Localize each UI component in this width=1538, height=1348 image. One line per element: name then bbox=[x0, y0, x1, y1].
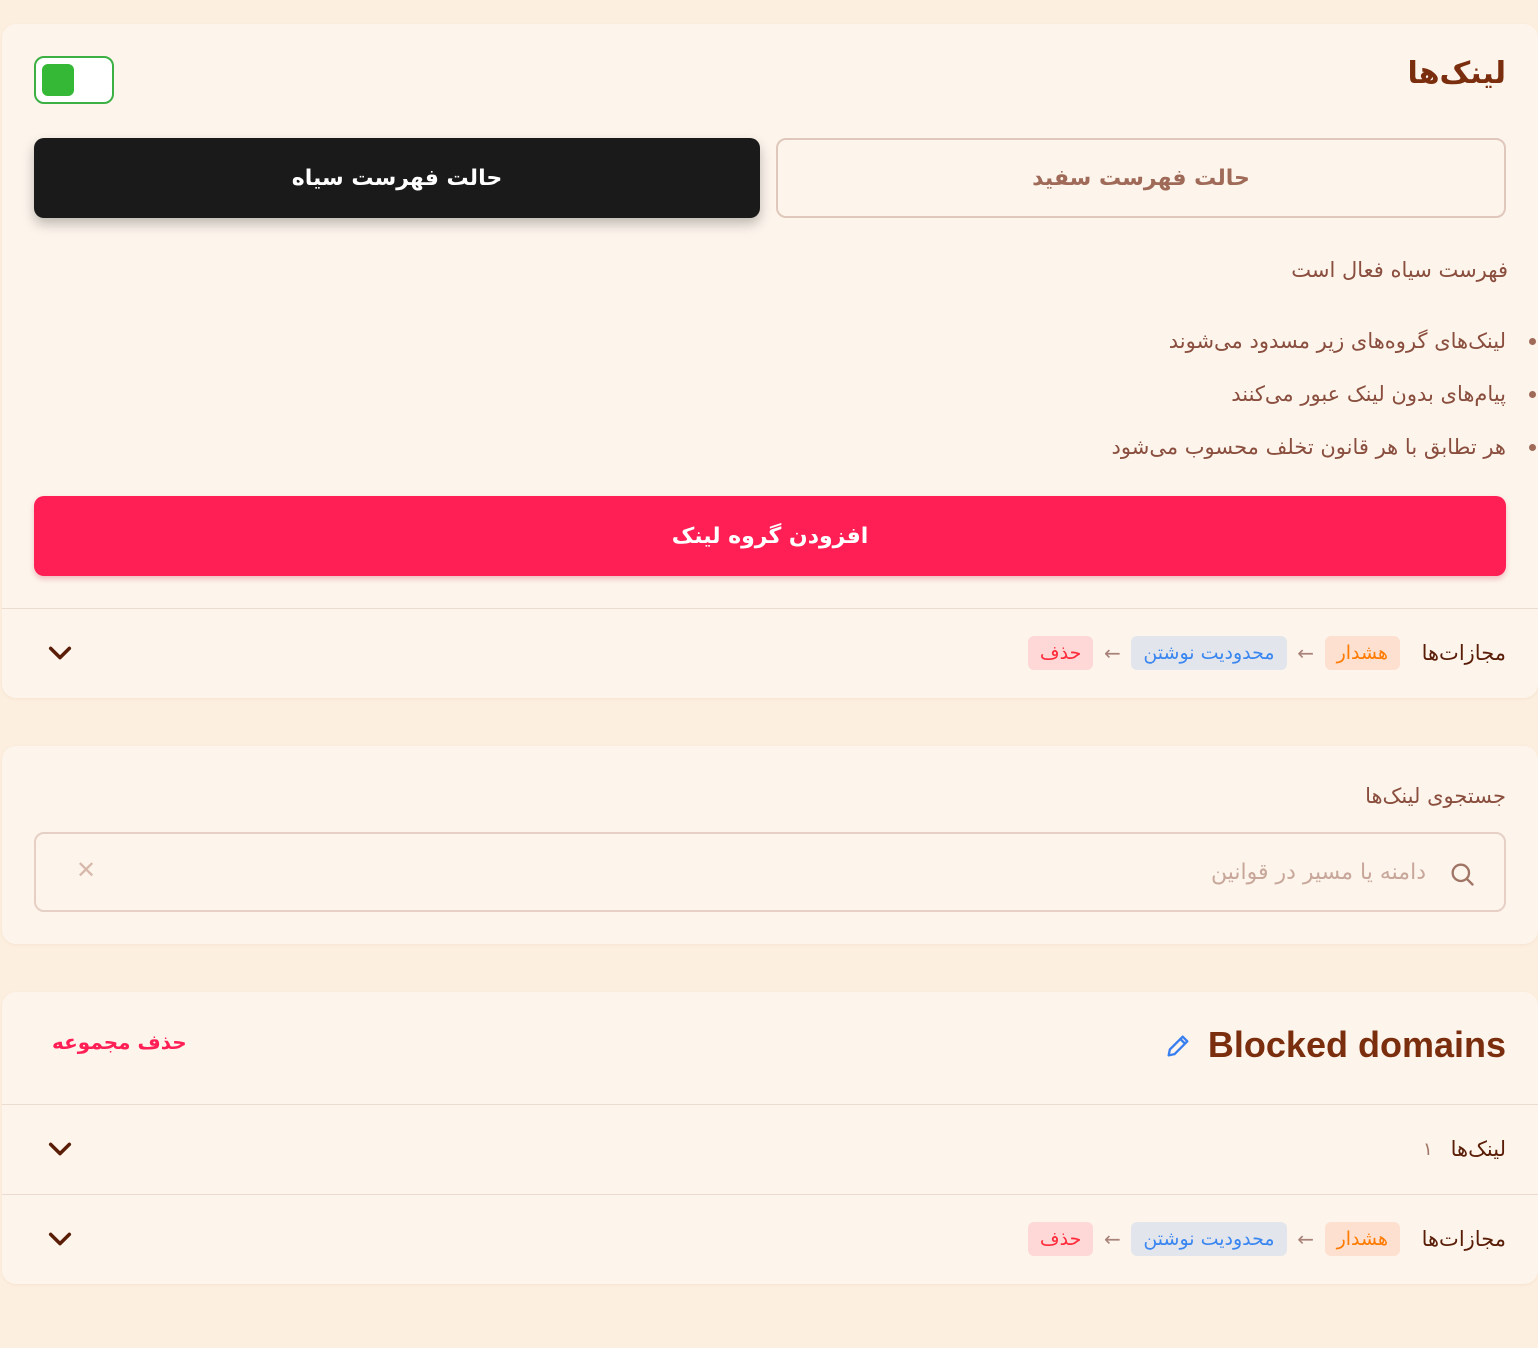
links-count: ۱ bbox=[1422, 1138, 1433, 1160]
search-input[interactable] bbox=[126, 852, 1426, 892]
chevron-down-icon[interactable] bbox=[46, 1135, 74, 1163]
penalty-chain: هشدار ← محدودیت نوشتن ← حذف bbox=[1027, 1221, 1400, 1257]
penalty-warn-chip: هشدار bbox=[1324, 1222, 1400, 1256]
add-link-group-button[interactable]: افزودن گروه لینک bbox=[34, 496, 1506, 576]
whitelist-mode-button[interactable]: حالت فهرست سفید bbox=[776, 138, 1506, 218]
penalties-label: مجازات‌ها bbox=[1421, 641, 1506, 665]
penalty-chain: هشدار ← محدودیت نوشتن ← حذف bbox=[1027, 635, 1400, 671]
blacklist-mode-button[interactable]: حالت فهرست سیاه bbox=[34, 138, 760, 218]
links-label: لینک‌ها bbox=[1450, 1137, 1506, 1161]
search-label: جستجوی لینک‌ها bbox=[1365, 784, 1506, 808]
chevron-down-icon[interactable] bbox=[46, 639, 74, 667]
penalty-delete-chip: حذف bbox=[1027, 1222, 1094, 1256]
mode-rules-list: لینک‌های گروه‌های زیر مسدود می‌شوند پیام… bbox=[638, 314, 1538, 473]
clear-icon[interactable]: ✕ bbox=[76, 856, 96, 884]
arrow-left-icon: ← bbox=[1103, 641, 1121, 665]
arrow-left-icon: ← bbox=[1297, 1227, 1314, 1251]
list-item: هر تطابق با هر قانون تخلف محسوب می‌شود bbox=[638, 420, 1538, 473]
links-row-label: لینک‌ها ۱ bbox=[1423, 1105, 1506, 1193]
penalty-delete-chip: حذف bbox=[1027, 636, 1094, 670]
penalties-row[interactable]: مجازات‌ها هشدار ← محدودیت نوشتن ← حذف bbox=[2, 1195, 1538, 1283]
links-title: لینک‌ها bbox=[1407, 56, 1506, 91]
group-title: Blocked domains bbox=[1207, 1024, 1506, 1065]
link-group-card: Blocked domains حذف مجموعه لینک‌ها ۱ مجا… bbox=[2, 992, 1538, 1284]
search-card: جستجوی لینک‌ها ✕ bbox=[2, 746, 1538, 944]
penalty-mute-chip: محدودیت نوشتن bbox=[1131, 636, 1287, 670]
links-toggle[interactable] bbox=[34, 56, 114, 104]
penalties-row[interactable]: مجازات‌ها هشدار ← محدودیت نوشتن ← حذف bbox=[2, 609, 1538, 697]
chevron-down-icon[interactable] bbox=[46, 1225, 74, 1253]
links-row[interactable]: لینک‌ها ۱ bbox=[2, 1105, 1538, 1193]
penalty-mute-chip: محدودیت نوشتن bbox=[1131, 1222, 1287, 1256]
toggle-knob bbox=[42, 64, 74, 96]
bullet-dot-icon bbox=[1529, 444, 1536, 451]
arrow-left-icon: ← bbox=[1103, 1227, 1121, 1251]
bullet-dot-icon bbox=[1529, 338, 1536, 345]
penalty-warn-chip: هشدار bbox=[1324, 636, 1400, 670]
arrow-left-icon: ← bbox=[1297, 641, 1314, 665]
search-box[interactable]: ✕ bbox=[34, 832, 1506, 912]
list-item: پیام‌های بدون لینک عبور می‌کنند bbox=[638, 367, 1538, 420]
bullet-dot-icon bbox=[1529, 391, 1536, 398]
mode-status-text: فهرست سیاه فعال است bbox=[1291, 258, 1508, 282]
penalties-label: مجازات‌ها bbox=[1421, 1227, 1506, 1251]
pencil-icon[interactable] bbox=[1164, 1032, 1192, 1060]
list-item: لینک‌های گروه‌های زیر مسدود می‌شوند bbox=[638, 314, 1538, 367]
delete-group-button[interactable]: حذف مجموعه bbox=[52, 1030, 187, 1054]
links-card: لینک‌ها حالت فهرست سفید حالت فهرست سیاه … bbox=[2, 24, 1538, 698]
search-icon bbox=[1451, 863, 1474, 886]
